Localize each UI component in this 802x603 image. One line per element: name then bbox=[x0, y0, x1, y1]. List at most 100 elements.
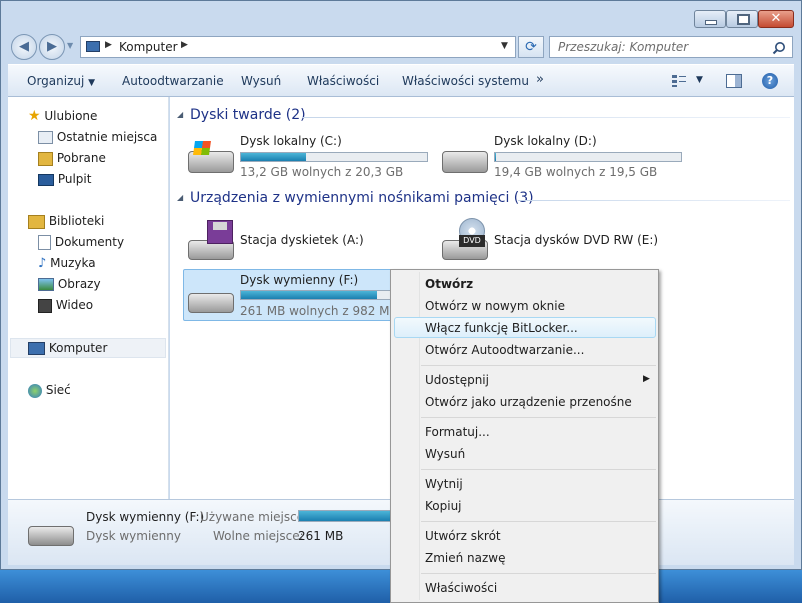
drive-c[interactable]: Dysk lokalny (C:) 13,2 GB wolnych z 20,3… bbox=[185, 134, 435, 184]
system-properties-button[interactable]: Właściwości systemu bbox=[402, 74, 529, 88]
details-drive-name: Dysk wymienny (F:) bbox=[86, 510, 205, 524]
nav-network[interactable]: Sieć bbox=[28, 380, 71, 400]
command-bar: Organizuj ▼ Autoodtwarzanie Wysuń Właści… bbox=[8, 64, 794, 97]
properties-button[interactable]: Właściwości bbox=[307, 74, 379, 88]
nav-desktop[interactable]: Pulpit bbox=[38, 169, 91, 189]
address-bar[interactable]: ▶ Komputer ▶ ▼ bbox=[80, 36, 516, 58]
close-button[interactable]: ✕ bbox=[758, 10, 794, 28]
drive-c-name: Dysk lokalny (C:) bbox=[240, 134, 342, 148]
menu-separator bbox=[421, 365, 656, 366]
nav-recent-places[interactable]: Ostatnie miejsca bbox=[38, 127, 157, 147]
nav-documents-label: Dokumenty bbox=[54, 235, 125, 249]
breadcrumb-computer[interactable]: Komputer bbox=[119, 40, 178, 54]
drive-a[interactable]: Stacja dyskietek (A:) bbox=[185, 218, 385, 264]
maximize-icon bbox=[737, 14, 750, 25]
back-button[interactable]: ◀ bbox=[11, 34, 37, 60]
nav-music[interactable]: ♪ Muzyka bbox=[38, 253, 96, 273]
nav-computer[interactable]: Komputer bbox=[28, 338, 107, 358]
navigation-pane: ★ Ulubione Ostatnie miejsca Pobrane Pulp… bbox=[8, 97, 169, 499]
nav-videos[interactable]: Wideo bbox=[38, 295, 93, 315]
drive-f-name: Dysk wymienny (F:) bbox=[240, 273, 359, 287]
autoplay-button[interactable]: Autoodtwarzanie bbox=[122, 74, 224, 88]
breadcrumb-chevron-icon[interactable]: ▶ bbox=[181, 40, 188, 50]
computer-icon bbox=[28, 342, 45, 355]
preview-pane-icon[interactable] bbox=[726, 74, 742, 88]
menu-item-open-portable[interactable]: Otwórz jako urządzenie przenośne bbox=[425, 395, 632, 409]
change-view-icon[interactable] bbox=[672, 74, 686, 87]
menu-separator bbox=[421, 521, 656, 522]
menu-item-eject[interactable]: Wysuń bbox=[425, 447, 465, 461]
recent-pages-dropdown-icon[interactable]: ▼ bbox=[67, 41, 73, 50]
music-icon: ♪ bbox=[38, 256, 47, 271]
removable-disk-icon bbox=[28, 526, 74, 546]
nav-recent-label: Ostatnie miejsca bbox=[56, 130, 158, 144]
menu-item-bitlocker[interactable]: Włącz funkcję BitLocker... bbox=[425, 321, 578, 335]
search-icon[interactable] bbox=[772, 41, 786, 55]
forward-button[interactable]: ▶ bbox=[39, 34, 65, 60]
computer-icon bbox=[86, 41, 100, 52]
menu-item-create-shortcut[interactable]: Utwórz skrót bbox=[425, 529, 501, 543]
refresh-button[interactable]: ⟳ bbox=[518, 36, 544, 58]
libraries-icon bbox=[28, 214, 45, 229]
close-icon: ✕ bbox=[770, 11, 782, 26]
drive-a-name: Stacja dyskietek (A:) bbox=[240, 233, 364, 247]
menu-item-open-autoplay[interactable]: Otwórz Autoodtwarzanie... bbox=[425, 343, 584, 357]
pictures-icon bbox=[38, 278, 54, 291]
address-dropdown-icon[interactable]: ▼ bbox=[501, 41, 508, 51]
organize-button[interactable]: Organizuj ▼ bbox=[27, 74, 95, 88]
details-used-label: Używane miejsce: bbox=[200, 510, 309, 524]
menu-separator bbox=[421, 573, 656, 574]
nav-favorites[interactable]: ★ Ulubione bbox=[28, 106, 97, 126]
breadcrumb-separator-icon[interactable]: ▶ bbox=[105, 40, 112, 50]
nav-desktop-label: Pulpit bbox=[57, 172, 92, 186]
menu-item-cut[interactable]: Wytnij bbox=[425, 477, 463, 491]
menu-item-format[interactable]: Formatuj... bbox=[425, 425, 490, 439]
help-icon[interactable]: ? bbox=[762, 73, 778, 89]
nav-pictures-label: Obrazy bbox=[57, 277, 101, 291]
dvd-logo-icon: DVD bbox=[459, 235, 485, 247]
drive-f[interactable]: Dysk wymienny (F:) 261 MB wolnych z 982 … bbox=[185, 271, 428, 319]
nav-pictures[interactable]: Obrazy bbox=[38, 274, 101, 294]
group-header-hard-disks[interactable]: Dyski twarde (2) bbox=[190, 107, 306, 123]
drive-c-free-space: 13,2 GB wolnych z 20,3 GB bbox=[240, 165, 404, 179]
more-commands-button[interactable]: » bbox=[536, 72, 544, 87]
drive-c-usage-fill bbox=[241, 153, 307, 161]
nav-downloads[interactable]: Pobrane bbox=[38, 148, 106, 168]
nav-documents[interactable]: Dokumenty bbox=[38, 232, 124, 252]
drive-d-usage-fill bbox=[495, 153, 496, 161]
star-icon: ★ bbox=[28, 108, 41, 124]
menu-separator bbox=[421, 417, 656, 418]
view-options-dropdown-icon[interactable]: ▼ bbox=[696, 75, 703, 85]
forward-arrow-icon: ▶ bbox=[47, 39, 57, 54]
drive-e[interactable]: DVD Stacja dysków DVD RW (E:) bbox=[439, 218, 659, 264]
eject-button[interactable]: Wysuń bbox=[241, 74, 281, 88]
search-placeholder: Przeszukaj: Komputer bbox=[558, 40, 689, 54]
details-drive-type: Dysk wymienny bbox=[86, 529, 181, 543]
menu-item-copy[interactable]: Kopiuj bbox=[425, 499, 462, 513]
nav-network-label: Sieć bbox=[45, 383, 71, 397]
minimize-icon bbox=[705, 20, 717, 25]
nav-libraries[interactable]: Biblioteki bbox=[28, 211, 104, 231]
collapse-removable-icon[interactable]: ◢ bbox=[177, 193, 183, 202]
drive-c-usage-bar bbox=[240, 152, 428, 162]
details-free-label: Wolne miejsce: bbox=[213, 529, 304, 543]
menu-item-share[interactable]: Udostępnij bbox=[425, 373, 489, 387]
minimize-button[interactable] bbox=[694, 10, 726, 28]
collapse-hard-disks-icon[interactable]: ◢ bbox=[177, 110, 183, 119]
drive-f-free-space: 261 MB wolnych z 982 MB bbox=[240, 304, 398, 318]
context-menu: Otwórz Otwórz w nowym oknie Włącz funkcj… bbox=[390, 269, 659, 603]
menu-item-open[interactable]: Otwórz bbox=[425, 277, 473, 291]
organize-label: Organizuj bbox=[27, 74, 85, 88]
group-divider bbox=[518, 200, 790, 201]
drive-d-usage-bar bbox=[494, 152, 682, 162]
drive-d[interactable]: Dysk lokalny (D:) 19,4 GB wolnych z 19,5… bbox=[439, 134, 689, 184]
menu-item-properties[interactable]: Właściwości bbox=[425, 581, 497, 595]
menu-item-open-new-window[interactable]: Otwórz w nowym oknie bbox=[425, 299, 565, 313]
group-header-removable[interactable]: Urządzenia z wymiennymi nośnikami pamięc… bbox=[190, 190, 534, 206]
network-icon bbox=[28, 383, 42, 398]
menu-item-rename[interactable]: Zmień nazwę bbox=[425, 551, 506, 565]
group-divider bbox=[302, 117, 790, 118]
hard-disk-icon bbox=[442, 151, 488, 173]
maximize-button[interactable] bbox=[726, 10, 758, 28]
search-input[interactable]: Przeszukaj: Komputer bbox=[549, 36, 793, 58]
